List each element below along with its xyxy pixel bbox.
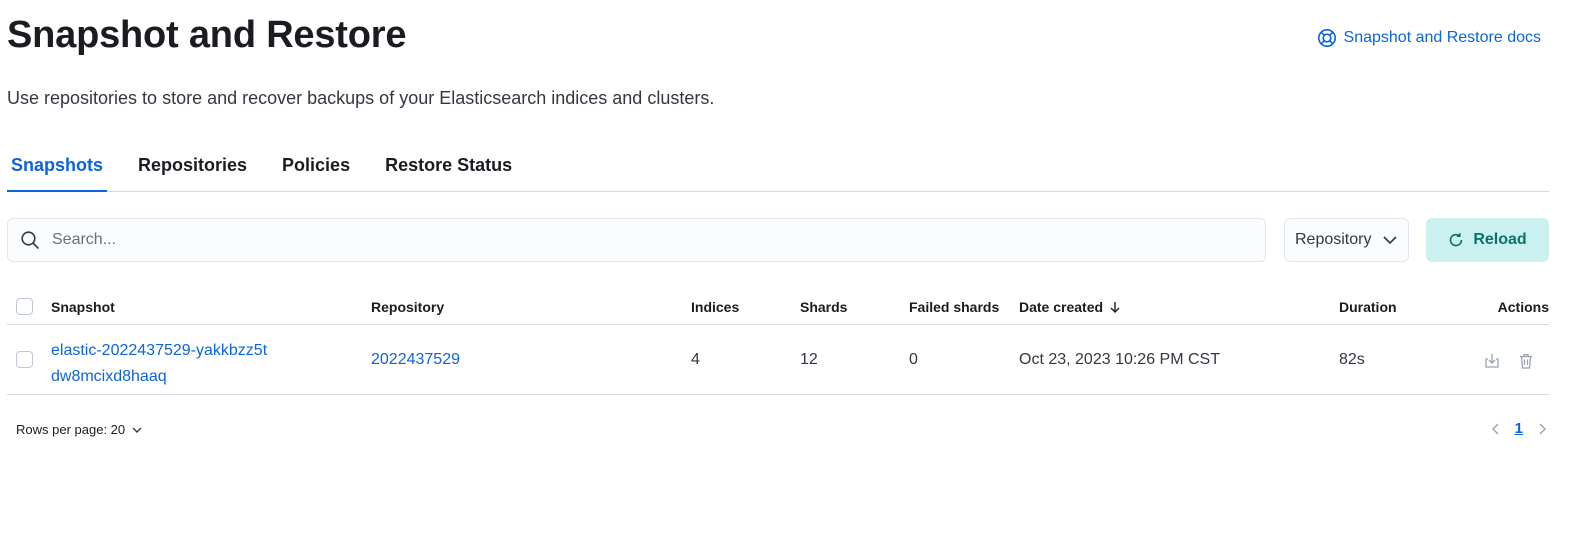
shards-cell: 12 xyxy=(800,351,818,368)
reload-button[interactable]: Reload xyxy=(1426,218,1549,262)
select-all-checkbox[interactable] xyxy=(16,298,33,315)
table-footer: Rows per page: 20 1 xyxy=(16,420,1549,442)
chevron-left-icon[interactable] xyxy=(1489,422,1503,436)
indices-cell: 4 xyxy=(691,351,700,368)
snapshot-restore-page: Snapshot and Restore Snapshot and Restor… xyxy=(0,0,1579,556)
pagination: 1 xyxy=(1489,420,1549,437)
refresh-icon xyxy=(1450,233,1463,247)
search-box xyxy=(7,218,1266,262)
search-input[interactable] xyxy=(52,231,1202,249)
snapshots-table: Snapshot Repository Indices Shards Faile… xyxy=(7,286,1549,395)
duration-cell: 82s xyxy=(1339,351,1365,368)
restore-icon[interactable] xyxy=(1483,352,1501,370)
tab-bar: Snapshots Repositories Policies Restore … xyxy=(7,140,1549,192)
tab-snapshots[interactable]: Snapshots xyxy=(7,140,108,192)
sort-down-arrow-icon xyxy=(1110,302,1120,313)
repository-filter-label: Repository xyxy=(1295,231,1372,248)
column-header-duration[interactable]: Duration xyxy=(1339,299,1397,315)
column-header-repository[interactable]: Repository xyxy=(371,299,444,315)
date-created-cell: Oct 23, 2023 10:26 PM CST xyxy=(1019,351,1220,368)
repository-link[interactable]: 2022437529 xyxy=(371,351,460,369)
tab-restore-status[interactable]: Restore Status xyxy=(381,140,516,192)
chevron-down-icon xyxy=(1383,236,1397,245)
column-header-actions: Actions xyxy=(1497,299,1549,315)
chevron-right-icon[interactable] xyxy=(1535,422,1549,436)
row-checkbox[interactable] xyxy=(16,351,33,368)
chevron-down-icon xyxy=(132,427,142,433)
column-header-shards[interactable]: Shards xyxy=(800,299,847,315)
table-header: Snapshot Repository Indices Shards Faile… xyxy=(7,286,1549,325)
column-header-snapshot[interactable]: Snapshot xyxy=(51,299,115,315)
snapshot-name-link[interactable]: elastic-2022437529-yakkbzz5tdw8mcixd8haa… xyxy=(51,338,271,390)
repository-filter-button[interactable]: Repository xyxy=(1284,218,1409,262)
failed-shards-cell: 0 xyxy=(909,351,918,368)
page-number-button[interactable]: 1 xyxy=(1515,420,1523,437)
column-header-date-created-label: Date created xyxy=(1019,299,1104,315)
rows-per-page-button[interactable]: Rows per page: 20 xyxy=(16,422,143,437)
rows-per-page-label: Rows per page: 20 xyxy=(16,422,126,437)
page-title: Snapshot and Restore xyxy=(7,14,407,56)
search-icon xyxy=(21,231,39,249)
tab-policies[interactable]: Policies xyxy=(278,140,354,192)
column-header-failed-shards[interactable]: Failed shards xyxy=(909,299,999,315)
column-header-date-created[interactable]: Date created xyxy=(1019,299,1121,315)
docs-link[interactable]: Snapshot and Restore docs xyxy=(1317,28,1541,48)
page-description: Use repositories to store and recover ba… xyxy=(7,88,715,108)
reload-label: Reload xyxy=(1473,231,1527,248)
trash-icon[interactable] xyxy=(1517,352,1535,370)
docs-link-label: Snapshot and Restore docs xyxy=(1343,29,1541,46)
help-ring-icon xyxy=(1317,29,1336,47)
table-row: elastic-2022437529-yakkbzz5tdw8mcixd8haa… xyxy=(7,325,1549,395)
tab-repositories[interactable]: Repositories xyxy=(134,140,251,192)
column-header-indices[interactable]: Indices xyxy=(691,299,739,315)
